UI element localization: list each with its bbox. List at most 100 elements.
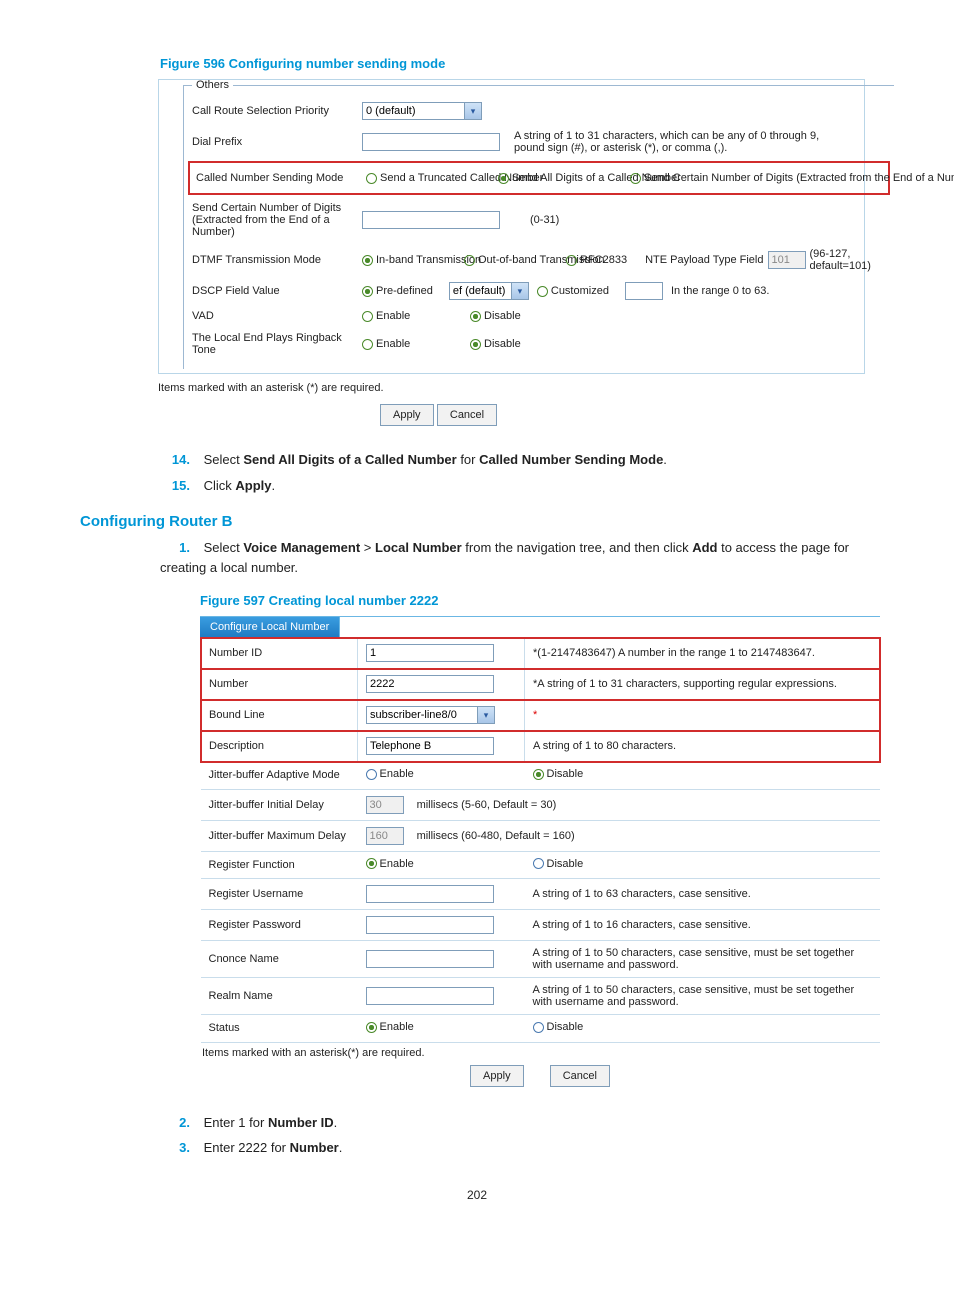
figure-596-note: Items marked with an asterisk (*) are re… [158,380,874,400]
reg-user-input[interactable] [366,885,494,903]
step-1-mid: from the navigation tree, and then click [462,540,693,555]
radio-certain-digits[interactable]: Send Certain Number of Digits (Extracted… [630,172,874,184]
cnonce-input[interactable] [366,950,494,968]
dtmf-label: DTMF Transmission Mode [192,254,362,266]
step-2-num: 2. [160,1113,190,1133]
step-3-tail: . [339,1140,343,1155]
radio-truncated-label: Send a Truncated Called Number [380,172,490,184]
apply-button[interactable]: Apply [470,1065,524,1087]
call-route-label: Call Route Selection Priority [192,105,362,117]
bound-line-select[interactable] [366,706,478,724]
step-1: 1. Select Voice Management > Local Numbe… [160,538,874,577]
cancel-button[interactable]: Cancel [437,404,497,426]
radio-ringback-enable-label: Enable [376,338,410,350]
cnonce-hint: A string of 1 to 50 characters, case sen… [533,947,855,971]
realm-input[interactable] [366,987,494,1005]
radio-truncated[interactable]: Send a Truncated Called Number [366,172,490,184]
step-1-gt: > [360,540,375,555]
realm-label: Realm Name [201,978,358,1015]
radio-jitter-enable[interactable]: Enable [366,768,414,780]
radio-jitter-disable-label: Disable [547,768,584,780]
step-14: 14. Select Send All Digits of a Called N… [160,450,874,470]
jitter-max-input[interactable] [366,827,404,845]
radio-predefined-label: Pre-defined [376,285,433,297]
step-15-b1: Apply [235,478,271,493]
chevron-down-icon[interactable]: ▾ [464,102,482,120]
step-15-tail: . [272,478,276,493]
dscp-custom-input[interactable] [625,282,663,300]
send-certain-input[interactable] [362,211,500,229]
reg-pass-input[interactable] [366,916,494,934]
radio-status-disable[interactable]: Disable [533,1021,584,1033]
figure-597-caption: Figure 597 Creating local number 2222 [80,593,874,608]
figure-597-panel: Configure Local Number Number ID *(1-214… [200,616,880,1093]
radio-rfc2833[interactable]: RFC2833 [566,254,627,266]
reg-func-label: Register Function [201,851,358,879]
dscp-hint: In the range 0 to 63. [671,285,769,297]
step-15: 15. Click Apply. [160,476,874,496]
step-14-b2: Called Number Sending Mode [479,452,663,467]
radio-regfunc-enable[interactable]: Enable [366,858,414,870]
number-input[interactable] [366,675,494,693]
apply-button[interactable]: Apply [380,404,434,426]
chevron-down-icon[interactable]: ▾ [511,282,529,300]
dial-prefix-input[interactable] [362,133,500,151]
step-15-num: 15. [160,476,190,496]
radio-regfunc-enable-label: Enable [380,858,414,870]
dscp-label: DSCP Field Value [192,285,362,297]
radio-customized[interactable]: Customized [537,285,609,297]
radio-inband[interactable]: In-band Transmission [362,254,456,266]
send-certain-label: Send Certain Number of Digits (Extracted… [192,202,362,238]
radio-regfunc-disable[interactable]: Disable [533,858,584,870]
step-1-b2: Local Number [375,540,462,555]
step-15-text: Click [204,478,236,493]
radio-jitter-enable-label: Enable [380,768,414,780]
radio-vad-disable[interactable]: Disable [470,310,521,322]
radio-ringback-enable[interactable]: Enable [362,338,462,350]
cancel-button[interactable]: Cancel [550,1065,610,1087]
radio-jitter-disable[interactable]: Disable [533,768,584,780]
step-14-tail: . [663,452,667,467]
called-number-mode-highlight: Called Number Sending Mode Send a Trunca… [188,161,890,195]
step-2: 2. Enter 1 for Number ID. [160,1113,874,1133]
jitter-adaptive-label: Jitter-buffer Adaptive Mode [201,762,358,790]
step-2-tail: . [334,1115,338,1130]
step-2-b1: Number ID [268,1115,334,1130]
page-number: 202 [80,1188,874,1202]
radio-predefined[interactable]: Pre-defined [362,285,433,297]
configure-local-number-tab[interactable]: Configure Local Number [200,617,340,637]
status-label: Status [201,1015,358,1043]
step-3: 3. Enter 2222 for Number. [160,1138,874,1158]
dscp-ef-select[interactable] [449,282,512,300]
call-route-row: Call Route Selection Priority ▾ [192,97,886,125]
radio-vad-enable[interactable]: Enable [362,310,462,322]
cnonce-label: Cnonce Name [201,941,358,978]
radio-vad-enable-label: Enable [376,310,410,322]
jitter-initial-label: Jitter-buffer Initial Delay [201,789,358,820]
number-id-input[interactable] [366,644,494,662]
description-input[interactable] [366,737,494,755]
realm-hint: A string of 1 to 50 characters, case sen… [533,984,855,1008]
description-label: Description [201,731,358,762]
number-hint: *A string of 1 to 31 characters, support… [533,678,837,690]
call-route-select[interactable] [362,102,465,120]
step-14-num: 14. [160,450,190,470]
nte-input[interactable] [768,251,806,269]
radio-status-disable-label: Disable [547,1021,584,1033]
dtmf-row: DTMF Transmission Mode In-band Transmiss… [192,243,886,277]
vad-row: VAD Enable Disable [192,305,886,327]
reg-user-hint: A string of 1 to 63 characters, case sen… [533,888,751,900]
chevron-down-icon[interactable]: ▾ [477,706,495,724]
nte-hint: (96-127, default=101) [810,248,880,272]
radio-ringback-disable[interactable]: Disable [470,338,521,350]
step-1-pre: Select [204,540,244,555]
radio-all-digits[interactable]: Send All Digits of a Called Number [498,172,622,184]
reg-pass-hint: A string of 1 to 16 characters, case sen… [533,919,751,931]
figure-597-note: Items marked with an asterisk(*) are req… [200,1043,880,1059]
radio-all-digits-label: Send All Digits of a Called Number [512,172,622,184]
reg-pass-label: Register Password [201,910,358,941]
radio-status-enable[interactable]: Enable [366,1021,414,1033]
radio-outofband[interactable]: Out-of-band Transmission [464,254,558,266]
jitter-initial-input[interactable] [366,796,404,814]
radio-customized-label: Customized [551,285,609,297]
